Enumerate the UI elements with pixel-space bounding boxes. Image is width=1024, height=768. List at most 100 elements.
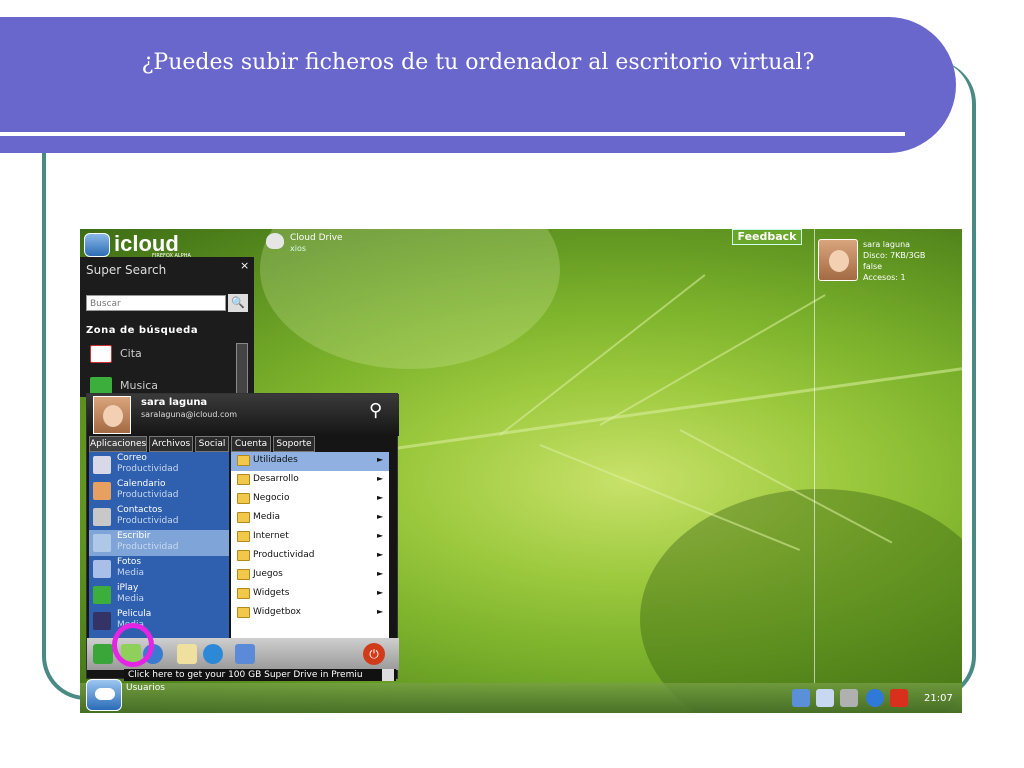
taskbar-label: Usuarios [126,683,165,693]
app-item-correo[interactable]: Correo Productividad [89,452,229,478]
film-icon [93,612,111,630]
clock: 21:07 [924,693,953,704]
slide: ¿Puedes subir ficheros de tu ordenador a… [0,0,1024,768]
folder-item[interactable]: Widgetbox ► [231,604,389,623]
tab-aplicaciones[interactable]: Aplicaciones [89,436,147,452]
folder-item[interactable]: Negocio ► [231,490,389,509]
user-profile-widget[interactable]: sara laguna Disco: 7KB/3GB false Accesos… [818,239,958,289]
app-item-calendario[interactable]: Calendario Productividad [89,478,229,504]
play-icon [93,586,111,604]
user-email: saralaguna@icloud.com [141,410,238,419]
folder-icon [237,531,250,542]
user-name: sara laguna [141,397,208,408]
notes-icon[interactable] [177,644,197,664]
close-icon[interactable]: × [240,259,249,272]
tab-archivos[interactable]: Archivos [149,436,193,452]
profile-status: false [863,262,883,271]
globe-icon[interactable] [203,644,223,664]
super-search-panel: Super Search × Buscar 🔍 Zona de búsqueda… [80,257,254,397]
app-item-escribir[interactable]: Escribir Productividad [89,530,229,556]
folder-icon [237,512,250,523]
folder-label: Utilidades [253,455,298,465]
chevron-right-icon: ► [377,474,384,483]
profile-info: sara laguna Disco: 7KB/3GB false Accesos… [863,239,925,283]
start-button[interactable] [86,679,122,711]
folder-item[interactable]: Widgets ► [231,585,389,604]
desktop-screenshot: icloud FIREFOX ALPHA Cloud Drive xios Fe… [80,229,962,713]
leaf-vein [599,294,826,426]
promo-banner[interactable]: Click here to get your 100 GB Super Driv… [124,669,396,681]
folder-item[interactable]: Desarrollo ► [231,471,389,490]
app-name: Correo [117,453,147,463]
app-category: Media [117,594,145,604]
feedback-button[interactable]: Feedback [732,229,802,245]
app-category: Productividad [117,516,179,526]
power-button[interactable]: ⏻ [363,643,385,665]
folder-item[interactable]: Juegos ► [231,566,389,585]
app-item-pelicula[interactable]: Pelicula Media [89,608,229,634]
folder-icon [237,493,250,504]
profile-disk: Disco: 7KB/3GB [863,251,926,260]
cloud-drive-title: Cloud Drive [290,233,343,243]
folder-label: Juegos [253,569,283,579]
calendar-icon [90,345,112,363]
chevron-right-icon: ► [377,550,384,559]
tab-cuenta[interactable]: Cuenta [231,436,271,452]
check-icon[interactable] [235,644,255,664]
folder-icon [237,569,250,580]
write-icon [93,534,111,552]
share-icon[interactable] [93,644,113,664]
folder-icon [237,550,250,561]
folder-icon [237,588,250,599]
chevron-right-icon: ► [377,455,384,464]
app-item-iplay[interactable]: iPlay Media [89,582,229,608]
chevron-right-icon: ► [377,607,384,616]
leaf-shadow [640,489,962,713]
app-category: Media [117,568,145,578]
app-name: Calendario [117,479,166,489]
panel-divider [814,229,815,683]
folder-icon [237,607,250,618]
gear-icon[interactable] [866,689,884,707]
start-menu-header: sara laguna saralaguna@icloud.com ⚲ [87,394,399,436]
chevron-right-icon: ► [377,512,384,521]
folder-item[interactable]: Productividad ► [231,547,389,566]
avatar [93,396,131,434]
app-item-contactos[interactable]: Contactos Productividad [89,504,229,530]
folder-item[interactable]: Media ► [231,509,389,528]
search-zone-item-label: Cita [120,347,142,360]
folder-label: Negocio [253,493,290,503]
folder-item[interactable]: Utilidades ► [231,452,389,471]
slide-title: ¿Puedes subir ficheros de tu ordenador a… [141,50,815,75]
cloud-drive-subtitle: xios [290,244,307,253]
settings-icon[interactable] [840,689,858,707]
upload-highlight-circle [112,623,154,667]
mail-icon [93,456,111,474]
search-zone-label: Zona de búsqueda [86,325,199,336]
cloud-logo-icon [84,233,110,257]
folder-label: Desarrollo [253,474,299,484]
flag-es-icon[interactable] [890,689,908,707]
folder-item[interactable]: Internet ► [231,528,389,547]
search-icon[interactable]: ⚲ [369,400,382,421]
folder-label: Widgetbox [253,607,301,617]
network-icon[interactable] [792,689,810,707]
search-icon[interactable]: 🔍 [228,294,248,312]
folder-list: Utilidades ► Desarrollo ► Negocio ► Media ► … [231,452,389,638]
tab-social[interactable]: Social [195,436,229,452]
folder-label: Productividad [253,550,315,560]
tab-soporte[interactable]: Soporte [273,436,315,452]
folder-icon [237,474,250,485]
users-icon[interactable] [816,689,834,707]
super-search-title: Super Search [86,263,167,277]
app-item-fotos[interactable]: Fotos Media [89,556,229,582]
rss-icon[interactable] [382,669,394,681]
folder-label: Media [253,512,281,522]
profile-accesses: Accesos: 1 [863,273,906,282]
avatar [818,239,858,281]
app-category: Productividad [117,464,179,474]
chevron-right-icon: ► [377,493,384,502]
scrollbar[interactable] [236,343,248,395]
search-input[interactable]: Buscar [86,295,226,311]
system-tray: 21:07 [784,685,960,711]
